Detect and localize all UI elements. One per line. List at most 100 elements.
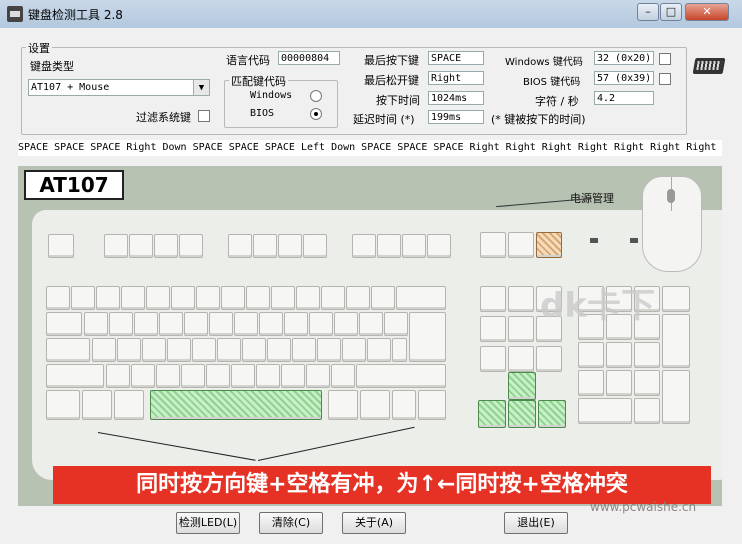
key-row1 xyxy=(246,286,270,310)
conflict-banner: 同时按方向键+空格有冲，为↑←同时按+空格冲突 xyxy=(53,466,711,504)
filter-system-keys-label: 过滤系统键 xyxy=(136,111,191,124)
key-num3 xyxy=(634,370,660,396)
key-row1 xyxy=(46,286,70,310)
power-management-label: 电源管理 xyxy=(570,192,614,205)
key-row3 xyxy=(167,338,191,362)
key-row4 xyxy=(181,364,205,388)
key-row3 xyxy=(92,338,116,362)
close-button[interactable]: ✕ xyxy=(685,3,729,21)
exit-button[interactable]: 退出(E) xyxy=(504,512,568,534)
key-f8 xyxy=(303,234,327,258)
key-row2 xyxy=(334,312,358,336)
key-num-enter xyxy=(662,370,690,424)
key-num-minus xyxy=(662,286,690,312)
last-down-label: 最后按下键 xyxy=(364,54,419,67)
key-tab xyxy=(46,312,82,336)
delay-note: (* 键被按下的时间) xyxy=(491,113,586,126)
key-row3 xyxy=(342,338,366,362)
key-right-win xyxy=(360,390,390,420)
key-row2 xyxy=(234,312,258,336)
match-code-title: 匹配键代码 xyxy=(229,73,288,89)
windows-keycode-label: Windows 键代码 xyxy=(505,57,583,68)
key-row2 xyxy=(134,312,158,336)
bios-keycode-field: 57 (0x39) xyxy=(594,71,654,85)
delay-time-label: 延迟时间 (*) xyxy=(353,113,415,126)
watermark-url: www.pcwaishe.cn xyxy=(590,500,697,514)
press-time-label: 按下时间 xyxy=(376,94,420,107)
key-capslock xyxy=(46,338,90,362)
key-row3 xyxy=(217,338,241,362)
key-printscreen xyxy=(480,346,506,372)
key-f11 xyxy=(402,234,426,258)
key-row1 xyxy=(271,286,295,310)
key-num6 xyxy=(634,342,660,368)
key-row2 xyxy=(359,312,383,336)
key-scrolllock xyxy=(508,346,534,372)
chars-per-second-field: 4.2 xyxy=(594,91,654,105)
bios-keycode-indicator xyxy=(659,73,671,85)
delay-time-field: 199ms xyxy=(428,110,484,124)
match-windows-radio[interactable] xyxy=(310,90,322,102)
key-row2 xyxy=(184,312,208,336)
language-code-field: 00000804 xyxy=(278,51,340,65)
key-f5 xyxy=(228,234,252,258)
key-row1 xyxy=(146,286,170,310)
key-pause xyxy=(536,346,562,372)
key-row2 xyxy=(159,312,183,336)
key-left-win xyxy=(82,390,112,420)
minimize-button[interactable]: – xyxy=(637,3,659,21)
key-row1 xyxy=(171,286,195,310)
key-right-ctrl xyxy=(418,390,446,420)
key-row2 xyxy=(259,312,283,336)
clear-button[interactable]: 清除(C) xyxy=(259,512,323,534)
keyboard-type-value: AT107 + Mouse xyxy=(31,82,110,93)
key-num0 xyxy=(578,398,632,424)
key-wake xyxy=(536,232,562,258)
test-led-button[interactable]: 检测LED(L) xyxy=(176,512,240,534)
key-row2 xyxy=(284,312,308,336)
key-f3 xyxy=(154,234,178,258)
key-log: SPACE SPACE SPACE Right Down SPACE SPACE… xyxy=(18,140,722,156)
key-row1 xyxy=(71,286,95,310)
key-row1 xyxy=(96,286,120,310)
filter-system-keys-checkbox[interactable] xyxy=(198,110,210,122)
about-button[interactable]: 关于(A) xyxy=(342,512,406,534)
key-row2 xyxy=(84,312,108,336)
key-row3 xyxy=(242,338,266,362)
match-bios-radio[interactable] xyxy=(310,108,322,120)
maximize-button[interactable]: □ xyxy=(660,3,682,21)
windows-keycode-indicator xyxy=(659,53,671,65)
match-windows-label: Windows xyxy=(250,90,293,101)
key-power xyxy=(480,232,506,258)
keyboard-type-select[interactable]: AT107 + Mouse ▼ xyxy=(28,79,210,96)
key-row3 xyxy=(142,338,166,362)
match-bios-label: BIOS xyxy=(250,108,275,119)
led-indicator xyxy=(630,238,638,243)
keyboard-type-label: 键盘类型 xyxy=(30,60,74,73)
key-esc xyxy=(48,234,74,258)
mouse-image xyxy=(642,176,702,272)
key-insert xyxy=(480,286,506,312)
key-row1 xyxy=(121,286,145,310)
key-row3 xyxy=(117,338,141,362)
chevron-down-icon[interactable]: ▼ xyxy=(193,80,209,95)
key-f4 xyxy=(179,234,203,258)
key-row4 xyxy=(206,364,230,388)
key-space xyxy=(150,390,322,420)
key-f10 xyxy=(377,234,401,258)
key-f12 xyxy=(427,234,451,258)
key-row2 xyxy=(209,312,233,336)
key-f2 xyxy=(129,234,153,258)
key-num2 xyxy=(606,370,632,396)
chars-per-second-label: 字符 / 秒 xyxy=(535,95,579,108)
key-row3 xyxy=(367,338,391,362)
key-enter xyxy=(409,312,446,362)
last-up-field: Right xyxy=(428,71,484,85)
key-row4 xyxy=(306,364,330,388)
key-right-alt xyxy=(328,390,358,420)
key-row1 xyxy=(346,286,370,310)
title-bar[interactable]: 键盘检测工具 2.8 – □ ✕ xyxy=(0,0,742,29)
key-left-shift xyxy=(46,364,104,388)
key-arrow-left xyxy=(478,400,506,428)
keyboard-app-icon xyxy=(7,6,23,22)
